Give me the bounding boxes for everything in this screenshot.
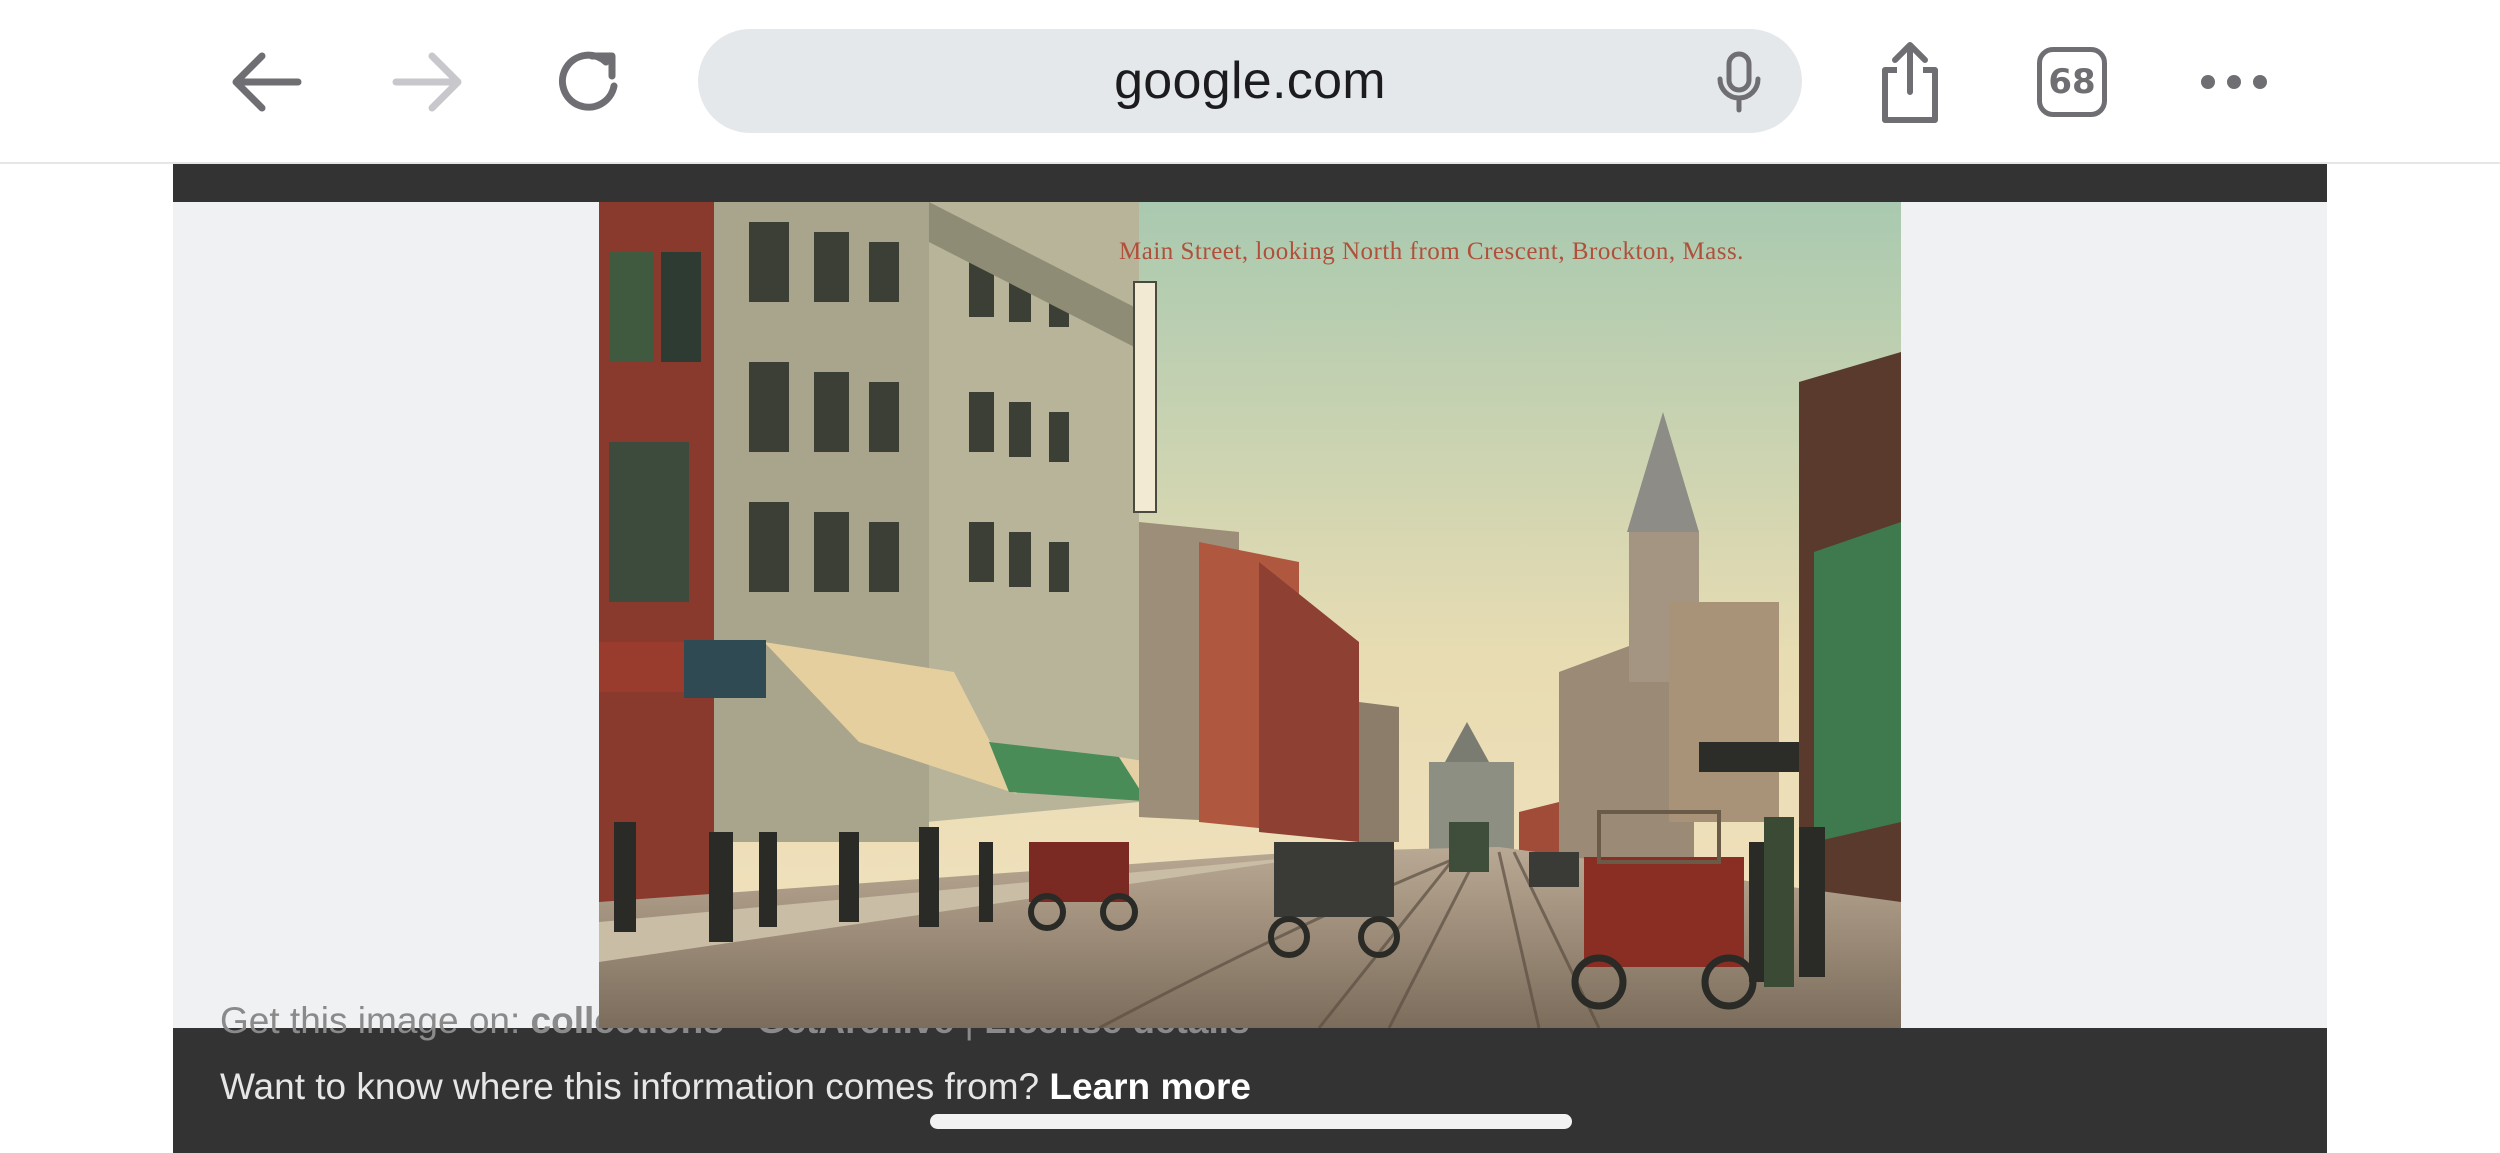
info-source-question: Want to know where this information come… bbox=[220, 1066, 1251, 1108]
postcard-caption: Main Street, looking North from Crescent… bbox=[1119, 238, 1744, 265]
viewer-top-bar bbox=[173, 164, 2327, 202]
microphone-icon[interactable] bbox=[1714, 51, 1764, 113]
share-icon bbox=[1882, 42, 1938, 123]
tabs-button[interactable]: 68 bbox=[2024, 36, 2120, 128]
learn-more-link[interactable]: Learn more bbox=[1049, 1066, 1251, 1107]
ellipsis-icon bbox=[2201, 75, 2267, 89]
reload-icon bbox=[559, 51, 618, 111]
postcard-image[interactable]: Main Street, looking North from Crescent… bbox=[599, 202, 1901, 1028]
url-text: google.com bbox=[1114, 52, 1386, 110]
forward-button[interactable] bbox=[380, 36, 476, 128]
reload-button[interactable] bbox=[542, 36, 638, 128]
source-prefix: Get this image on: bbox=[220, 1000, 531, 1041]
home-indicator-bar[interactable] bbox=[930, 1114, 1572, 1129]
info-question-text: Want to know where this information come… bbox=[220, 1066, 1050, 1107]
tab-count-badge: 68 bbox=[2037, 47, 2107, 117]
forward-arrow-icon bbox=[392, 52, 462, 112]
address-bar[interactable]: google.com bbox=[698, 29, 1802, 133]
street-scene-illustration bbox=[599, 202, 1901, 1028]
back-button[interactable] bbox=[218, 36, 314, 128]
browser-toolbar: google.com 68 bbox=[0, 0, 2500, 164]
back-arrow-icon bbox=[232, 52, 302, 112]
share-button[interactable] bbox=[1862, 36, 1958, 128]
more-menu-button[interactable] bbox=[2186, 36, 2282, 128]
